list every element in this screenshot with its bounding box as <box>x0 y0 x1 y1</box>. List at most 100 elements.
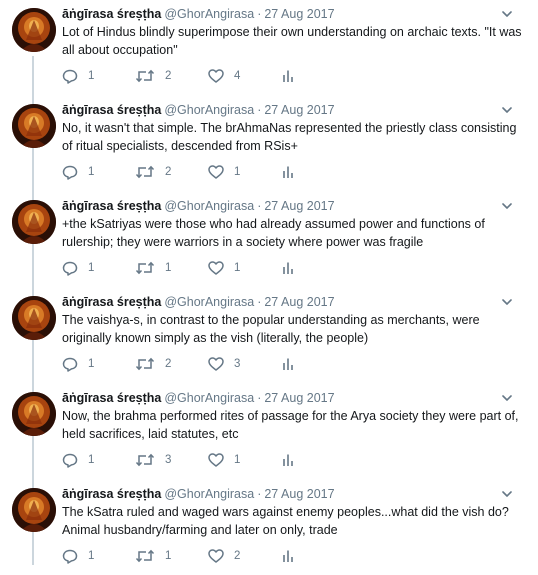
retweet-button[interactable]: 2 <box>135 354 171 374</box>
tweet[interactable]: āṅgīrasa śreṣṭha @GhorAngirasa · 27 Aug 201… <box>0 288 538 383</box>
tweet-text: The kSatra ruled and waged wars against … <box>62 505 509 537</box>
chevron-down-icon[interactable] <box>501 105 513 115</box>
retweet-button[interactable]: 2 <box>135 162 171 182</box>
tweet-text: No, it wasn't that simple. The brAhmaNas… <box>62 121 517 153</box>
analytics-button[interactable] <box>282 162 294 182</box>
tweet-actions: 1 2 3 <box>62 354 322 374</box>
avatar[interactable] <box>12 296 56 340</box>
separator-dot: · <box>257 295 262 309</box>
tweet[interactable]: āṅgīrasa śreṣṭha @GhorAngirasa · 27 Aug 201… <box>0 0 538 95</box>
user-handle[interactable]: @GhorAngirasa <box>164 295 254 309</box>
reply-count: 1 <box>88 70 95 82</box>
tweet[interactable]: āṅgīrasa śreṣṭha @GhorAngirasa · 27 Aug 201… <box>0 384 538 479</box>
tweet[interactable]: āṅgīrasa śreṣṭha @GhorAngirasa · 27 Aug 201… <box>0 480 538 575</box>
chevron-down-icon[interactable] <box>501 393 513 403</box>
analytics-icon <box>283 262 293 274</box>
avatar[interactable] <box>12 488 56 532</box>
retweet-count: 1 <box>165 262 172 274</box>
retweet-button[interactable]: 1 <box>135 258 171 278</box>
reply-count: 1 <box>88 358 95 370</box>
tweet[interactable]: āṅgīrasa śreṣṭha @GhorAngirasa · 27 Aug 201… <box>0 96 538 191</box>
tweet-actions: 1 2 1 <box>62 162 322 182</box>
display-name[interactable]: āṅgīrasa śreṣṭha <box>62 7 161 21</box>
tweet-actions: 1 1 1 <box>62 258 322 278</box>
display-name[interactable]: āṅgīrasa śreṣṭha <box>62 295 161 309</box>
analytics-button[interactable] <box>282 450 294 470</box>
display-name[interactable]: āṅgīrasa śreṣṭha <box>62 103 161 117</box>
display-name[interactable]: āṅgīrasa śreṣṭha <box>62 199 161 213</box>
tweet-header: āṅgīrasa śreṣṭha @GhorAngirasa · 27 Aug 201… <box>62 294 335 310</box>
separator-dot: · <box>257 7 262 21</box>
reply-button[interactable]: 1 <box>62 258 94 278</box>
like-button[interactable]: 3 <box>208 354 240 374</box>
reply-count: 1 <box>88 550 95 562</box>
tweet-header: āṅgīrasa śreṣṭha @GhorAngirasa · 27 Aug 201… <box>62 6 335 22</box>
heart-icon <box>208 357 224 371</box>
reply-count: 1 <box>88 166 95 178</box>
reply-button[interactable]: 1 <box>62 354 94 374</box>
tweet-timestamp[interactable]: 27 Aug 2017 <box>264 295 334 309</box>
chevron-down-icon[interactable] <box>501 297 513 307</box>
retweet-button[interactable]: 2 <box>135 66 171 86</box>
tweet-timestamp[interactable]: 27 Aug 2017 <box>264 391 334 405</box>
retweet-count: 2 <box>165 166 172 178</box>
heart-icon <box>208 261 224 275</box>
separator-dot: · <box>257 391 262 405</box>
analytics-button[interactable] <box>282 354 294 374</box>
reply-icon <box>62 261 78 276</box>
tweet-timestamp[interactable]: 27 Aug 2017 <box>264 487 334 501</box>
reply-button[interactable]: 1 <box>62 546 94 566</box>
avatar[interactable] <box>12 8 56 52</box>
like-button[interactable]: 4 <box>208 66 240 86</box>
user-handle[interactable]: @GhorAngirasa <box>164 199 254 213</box>
analytics-icon <box>283 454 293 466</box>
retweet-button[interactable]: 1 <box>135 546 171 566</box>
display-name[interactable]: āṅgīrasa śreṣṭha <box>62 391 161 405</box>
retweet-count: 2 <box>165 70 172 82</box>
tweet-header: āṅgīrasa śreṣṭha @GhorAngirasa · 27 Aug 201… <box>62 486 335 502</box>
analytics-icon <box>283 550 293 562</box>
separator-dot: · <box>257 103 262 117</box>
like-button[interactable]: 1 <box>208 258 240 278</box>
like-count: 4 <box>234 70 241 82</box>
tweet[interactable]: āṅgīrasa śreṣṭha @GhorAngirasa · 27 Aug 201… <box>0 192 538 287</box>
tweet-actions: 1 3 1 <box>62 450 322 470</box>
reply-button[interactable]: 1 <box>62 66 94 86</box>
reply-icon <box>62 357 78 372</box>
chevron-down-icon[interactable] <box>501 201 513 211</box>
tweet-header: āṅgīrasa śreṣṭha @GhorAngirasa · 27 Aug 201… <box>62 198 335 214</box>
avatar[interactable] <box>12 392 56 436</box>
analytics-button[interactable] <box>282 258 294 278</box>
retweet-icon <box>135 261 155 275</box>
chevron-down-icon[interactable] <box>501 489 513 499</box>
retweet-count: 3 <box>165 454 172 466</box>
analytics-button[interactable] <box>282 546 294 566</box>
tweet-timestamp[interactable]: 27 Aug 2017 <box>264 103 334 117</box>
user-handle[interactable]: @GhorAngirasa <box>164 103 254 117</box>
analytics-button[interactable] <box>282 66 294 86</box>
reply-count: 1 <box>88 454 95 466</box>
display-name[interactable]: āṅgīrasa śreṣṭha <box>62 487 161 501</box>
user-handle[interactable]: @GhorAngirasa <box>164 487 254 501</box>
like-button[interactable]: 2 <box>208 546 240 566</box>
tweet-timestamp[interactable]: 27 Aug 2017 <box>264 7 334 21</box>
reply-icon <box>62 165 78 180</box>
like-button[interactable]: 1 <box>208 450 240 470</box>
tweet-text: Now, the brahma performed rites of passa… <box>62 409 519 441</box>
reply-button[interactable]: 1 <box>62 162 94 182</box>
reply-button[interactable]: 1 <box>62 450 94 470</box>
chevron-down-icon[interactable] <box>501 9 513 19</box>
tweet-actions: 1 1 2 <box>62 546 322 566</box>
retweet-icon <box>135 69 155 83</box>
reply-icon <box>62 549 78 564</box>
user-handle[interactable]: @GhorAngirasa <box>164 7 254 21</box>
retweet-icon <box>135 453 155 467</box>
like-button[interactable]: 1 <box>208 162 240 182</box>
user-handle[interactable]: @GhorAngirasa <box>164 391 254 405</box>
avatar[interactable] <box>12 104 56 148</box>
heart-icon <box>208 165 224 179</box>
retweet-button[interactable]: 3 <box>135 450 171 470</box>
like-count: 3 <box>234 358 241 370</box>
avatar[interactable] <box>12 200 56 244</box>
tweet-timestamp[interactable]: 27 Aug 2017 <box>264 199 334 213</box>
